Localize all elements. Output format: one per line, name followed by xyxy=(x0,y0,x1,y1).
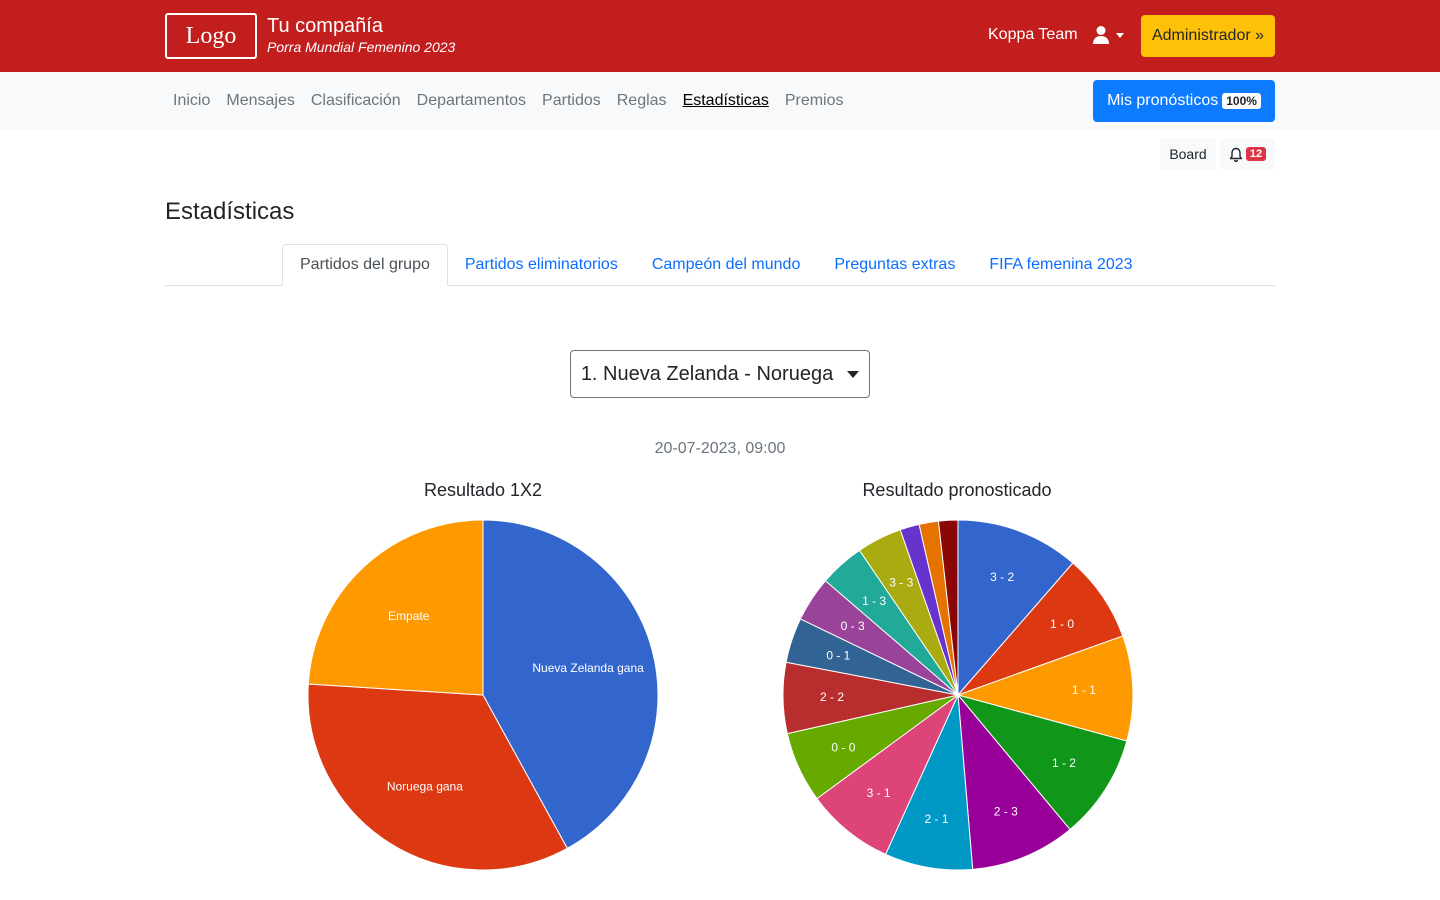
tab-partidos-eliminatorios[interactable]: Partidos eliminatorios xyxy=(448,244,635,286)
board-button[interactable]: Board xyxy=(1160,138,1216,170)
main-navbar: Inicio Mensajes Clasificación Departamen… xyxy=(0,72,1440,130)
match-select-dropdown[interactable]: 1. Nueva Zelanda - Noruega xyxy=(570,350,870,398)
pie-slice-label: 0 - 0 xyxy=(831,740,855,754)
user-name: Koppa Team xyxy=(988,26,1078,43)
chart-title-pronosticado: Resultado pronosticado xyxy=(862,480,1052,500)
chevron-down-icon xyxy=(847,370,860,378)
tab-campeon-del-mundo[interactable]: Campeón del mundo xyxy=(635,244,818,286)
nav-item-mensajes[interactable]: Mensajes xyxy=(218,92,302,110)
tab-partidos-del-grupo[interactable]: Partidos del grupo xyxy=(282,244,448,286)
bell-icon xyxy=(1229,147,1243,162)
company-block: Tu compañía Porra Mundial Femenino 2023 xyxy=(267,14,455,56)
pie-slice-label: 1 - 3 xyxy=(862,594,886,608)
chevron-down-icon xyxy=(1115,32,1124,38)
pie-slice-label: 3 - 3 xyxy=(889,575,913,589)
pie-slice-label: 0 - 1 xyxy=(826,648,850,662)
tab-preguntas-extras[interactable]: Preguntas extras xyxy=(817,244,972,286)
pie-slice-label: Empate xyxy=(388,609,430,623)
company-subtitle: Porra Mundial Femenino 2023 xyxy=(267,39,456,55)
nav-item-premios[interactable]: Premios xyxy=(777,92,852,110)
mis-pronosticos-label: Mis pronósticos xyxy=(1107,92,1219,109)
pie-slice[interactable] xyxy=(307,519,484,696)
top-header: Logo Tu compañía Porra Mundial Femenino … xyxy=(0,0,1440,72)
pie-slice-label: 0 - 3 xyxy=(841,619,865,633)
pie-slice-label: Noruega gana xyxy=(387,780,463,794)
pie-chart-1x2: Nueva Zelanda gana Noruega gana Empate xyxy=(307,519,659,871)
nav-item-reglas[interactable]: Reglas xyxy=(609,92,675,110)
nav-item-partidos[interactable]: Partidos xyxy=(534,92,609,110)
page-title: Estadísticas xyxy=(165,198,295,225)
notifications-button[interactable]: 12 xyxy=(1220,138,1275,170)
stats-tabs: Partidos del grupo Partidos eliminatorio… xyxy=(282,244,1150,286)
pie-slice-label: 2 - 3 xyxy=(994,805,1018,819)
completion-badge: 100% xyxy=(1222,93,1261,109)
chart-title-1x2: Resultado 1X2 xyxy=(423,480,543,500)
tab-fifa-femenina-2023[interactable]: FIFA femenina 2023 xyxy=(972,244,1149,286)
pie-slice-label: 3 - 2 xyxy=(990,570,1014,584)
pie-slice-label: 3 - 1 xyxy=(867,786,891,800)
mis-pronosticos-button[interactable]: Mis pronósticos 100% xyxy=(1093,80,1275,122)
user-icon xyxy=(1092,26,1109,44)
pie-slice-label: Nueva Zelanda gana xyxy=(532,661,644,675)
match-select-value: 1. Nueva Zelanda - Noruega xyxy=(580,362,834,385)
admin-button[interactable]: Administrador » xyxy=(1141,15,1275,57)
pie-slice-label: 2 - 2 xyxy=(820,690,844,704)
company-logo[interactable]: Logo xyxy=(165,13,257,59)
company-name: Tu compañía xyxy=(267,15,383,37)
notification-count-badge: 12 xyxy=(1245,147,1267,161)
pie-chart-pronosticado: 3 - 2 1 - 0 1 - 1 1 - 2 2 - 3 2 - 1 3 - 1 0 - 0… xyxy=(782,519,1134,871)
pie-slice-label: 1 - 1 xyxy=(1072,683,1096,697)
nav-item-estadisticas[interactable]: Estadísticas xyxy=(675,92,777,110)
nav-links: Inicio Mensajes Clasificación Departamen… xyxy=(165,72,852,130)
nav-item-departamentos[interactable]: Departamentos xyxy=(409,92,534,110)
nav-item-clasificacion[interactable]: Clasificación xyxy=(303,92,409,110)
nav-item-inicio[interactable]: Inicio xyxy=(165,92,218,110)
user-menu-dropdown[interactable]: Koppa Team xyxy=(988,25,1124,45)
pie-slice-label: 1 - 2 xyxy=(1052,756,1076,770)
pie-slice-label: 2 - 1 xyxy=(925,812,949,826)
pie-slice-label: 1 - 0 xyxy=(1050,617,1074,631)
match-datetime: 20-07-2023, 09:00 xyxy=(654,440,786,457)
